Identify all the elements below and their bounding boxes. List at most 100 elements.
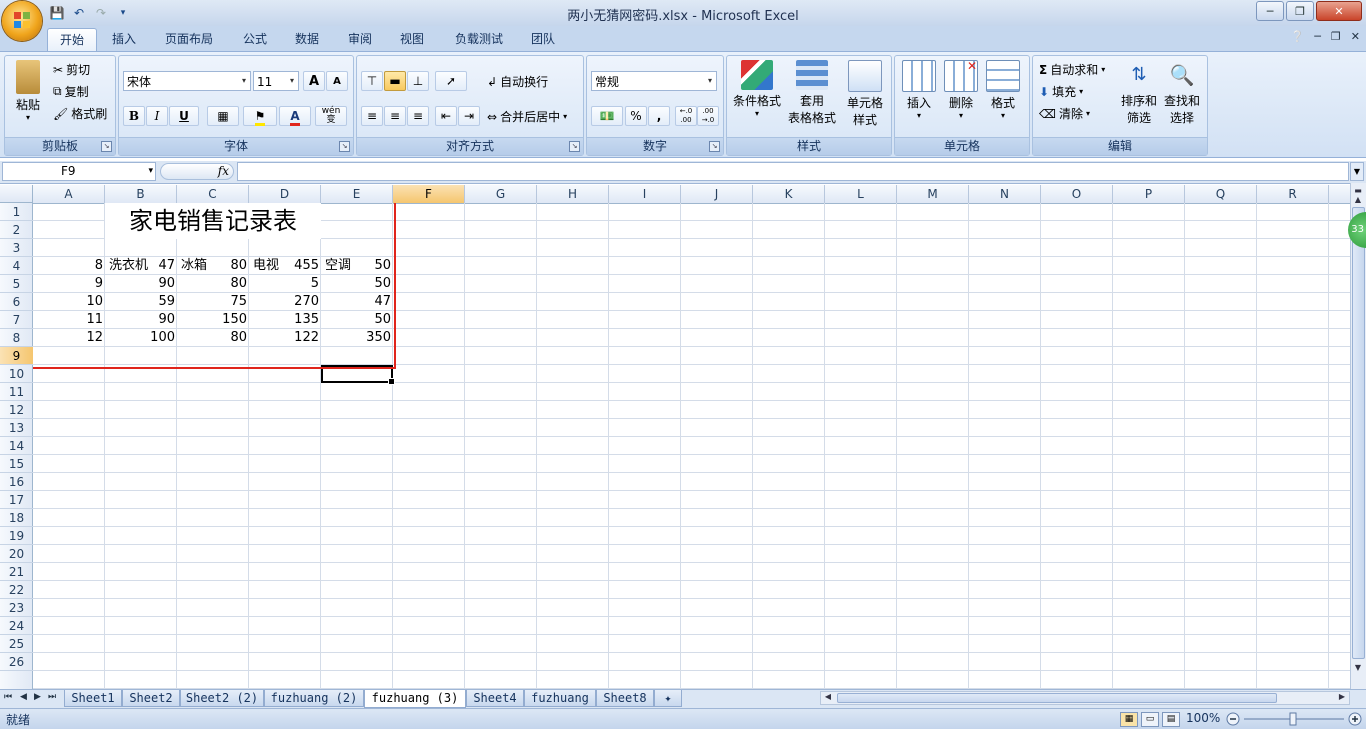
column-header-l[interactable]: L [825,185,897,203]
column-header-m[interactable]: M [897,185,969,203]
scroll-up-icon[interactable]: ▲ [1351,193,1365,207]
sheet-tab-sheet2-2[interactable]: Sheet2 (2) [180,690,264,707]
column-header-f[interactable]: F [393,185,465,203]
row-header-2[interactable]: 2 [0,221,33,239]
last-sheet-icon[interactable]: ⏭ [48,692,56,702]
font-size-combo[interactable]: 11 ▾ [253,71,299,91]
align-right-button[interactable]: ≡ [407,106,429,126]
row-header-16[interactable]: 16 [0,473,33,491]
column-header-n[interactable]: N [969,185,1041,203]
column-header-r[interactable]: R [1257,185,1329,203]
row-header-15[interactable]: 15 [0,455,33,473]
autosum-button[interactable]: Σ 自动求和 ▾ [1039,61,1105,78]
horizontal-scroll-thumb[interactable] [837,693,1277,703]
clipboard-dialog-launcher-icon[interactable]: ↘ [101,141,112,152]
name-box[interactable]: F9 ▾ [2,162,156,181]
expand-formula-bar-icon[interactable]: ▼ [1350,162,1364,181]
ribbon-close-icon[interactable]: ✕ [1351,30,1360,43]
comma-button[interactable]: , [648,106,670,126]
row-header-6[interactable]: 6 [0,293,33,311]
tab-formulas[interactable]: 公式 [232,28,278,50]
decrease-decimal-button[interactable]: .00 →.0 [697,106,719,126]
office-button[interactable] [2,1,42,41]
scroll-left-icon[interactable]: ◀ [821,691,835,703]
row-header-19[interactable]: 19 [0,527,33,545]
column-header-d[interactable]: D [249,185,321,203]
column-header-c[interactable]: C [177,185,249,203]
row-header-7[interactable]: 7 [0,311,33,329]
scroll-right-icon[interactable]: ▶ [1335,691,1349,703]
horizontal-scrollbar[interactable]: ◀ ▶ [820,691,1350,705]
column-header-b[interactable]: B [105,185,177,203]
ribbon-restore-icon[interactable]: ❐ [1331,30,1341,43]
zoom-level[interactable]: 100% [1186,711,1220,725]
row-header-1[interactable]: 1 [0,203,33,221]
borders-button[interactable]: ▦ [207,106,239,126]
row-header-5[interactable]: 5 [0,275,33,293]
column-header-g[interactable]: G [465,185,537,203]
insert-sheet-icon[interactable]: ✦ [654,690,682,707]
sheet-tab-fuzhuang-2[interactable]: fuzhuang (2) [264,690,364,707]
italic-button[interactable]: I [146,106,168,126]
copy-button[interactable]: ⧉ 复制 [53,83,89,100]
phonetic-button[interactable]: wén 变 [315,106,347,126]
find-select-button[interactable]: 🔍 查找和 选择 [1161,60,1203,126]
orientation-button[interactable]: ➚ [435,71,467,91]
row-header-12[interactable]: 12 [0,401,33,419]
row-header-3[interactable]: 3 [0,239,33,257]
increase-indent-button[interactable]: ⇥ [458,106,480,126]
fill-button[interactable]: ⬇ 填充 ▾ [1039,83,1083,100]
decrease-indent-button[interactable]: ⇤ [435,106,457,126]
row-header-25[interactable]: 25 [0,635,33,653]
row-header-17[interactable]: 17 [0,491,33,509]
page-layout-view-icon[interactable]: ▭ [1141,712,1159,727]
percent-button[interactable]: % [625,106,647,126]
sheet-tab-fuzhuang[interactable]: fuzhuang [524,690,596,707]
font-dialog-launcher-icon[interactable]: ↘ [339,141,350,152]
column-header-i[interactable]: I [609,185,681,203]
formula-input[interactable] [237,162,1349,181]
sheet-tab-sheet1[interactable]: Sheet1 [64,690,122,707]
column-header-j[interactable]: J [681,185,753,203]
worksheet-grid[interactable]: 家电销售记录表 洗衣机 冰箱 电视 空调 8 47 80 455 50 9 90 80 5 50 1… [33,203,1350,689]
row-header-4[interactable]: 4 [0,257,33,275]
row-header-8[interactable]: 8 [0,329,33,347]
tab-load-test[interactable]: 负载测试 [443,28,515,50]
align-left-button[interactable]: ≡ [361,106,383,126]
align-top-button[interactable]: ⊤ [361,71,383,91]
sheet-tab-sheet4[interactable]: Sheet4 [466,690,524,707]
align-center-button[interactable]: ≡ [384,106,406,126]
column-header-q[interactable]: Q [1185,185,1257,203]
alignment-dialog-launcher-icon[interactable]: ↘ [569,141,580,152]
number-dialog-launcher-icon[interactable]: ↘ [709,141,720,152]
insert-function-button[interactable]: fx [160,163,234,180]
page-break-view-icon[interactable]: ▤ [1162,712,1180,727]
conditional-formatting-button[interactable]: 条件格式 ▾ [729,60,785,118]
insert-cells-button[interactable]: 插入 ▾ [899,60,939,120]
fill-handle[interactable] [388,378,395,385]
row-header-14[interactable]: 14 [0,437,33,455]
number-format-combo[interactable]: 常规 ▾ [591,71,717,91]
clear-button[interactable]: ⌫ 清除 ▾ [1039,105,1090,122]
grow-font-button[interactable]: A [303,71,325,91]
row-header-20[interactable]: 20 [0,545,33,563]
sheet-tab-sheet8[interactable]: Sheet8 [596,690,654,707]
paste-button[interactable]: 粘贴 ▾ [9,60,47,122]
tab-data[interactable]: 数据 [284,28,330,50]
row-header-21[interactable]: 21 [0,563,33,581]
tab-team[interactable]: 团队 [520,28,566,50]
underline-button[interactable]: U [169,106,199,126]
format-cells-button[interactable]: 格式 ▾ [983,60,1023,120]
fill-color-button[interactable]: ⚑ [243,106,277,126]
row-header-9[interactable]: 9 [0,347,33,365]
column-header-a[interactable]: A [33,185,105,203]
tab-page-layout[interactable]: 页面布局 [153,28,225,50]
sort-filter-button[interactable]: ⇅ 排序和 筛选 [1119,60,1159,126]
cell-styles-button[interactable]: 单元格 样式 [841,60,889,128]
tab-view[interactable]: 视图 [389,28,435,50]
ribbon-minimize-icon[interactable]: ─ [1314,30,1321,43]
shrink-font-button[interactable]: A [326,71,348,91]
align-middle-button[interactable]: ▬ [384,71,406,91]
column-header-e[interactable]: E [321,185,393,203]
prev-sheet-icon[interactable]: ◀ [20,692,27,702]
